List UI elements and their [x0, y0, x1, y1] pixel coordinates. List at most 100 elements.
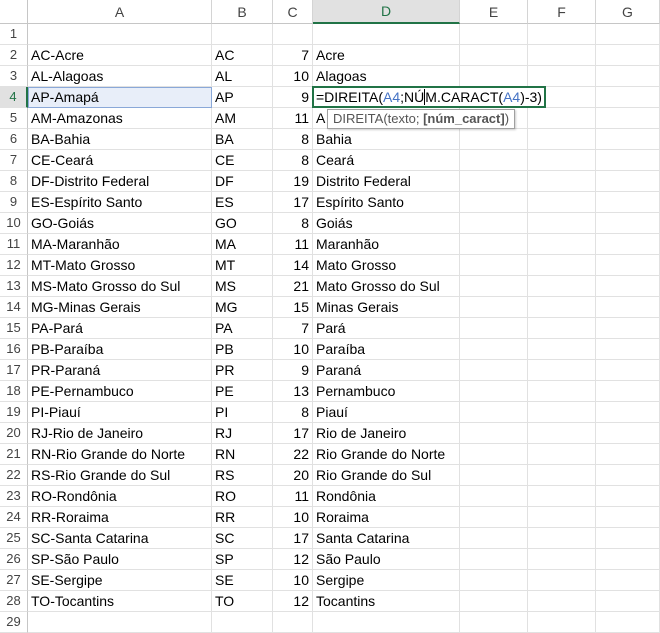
cell-d1[interactable]: [313, 24, 460, 45]
cell-f21[interactable]: [528, 444, 596, 465]
cell-f9[interactable]: [528, 192, 596, 213]
select-all-corner[interactable]: [0, 0, 28, 24]
cell-c23[interactable]: 11: [273, 486, 313, 507]
cell-g27[interactable]: [596, 570, 660, 591]
cell-c20[interactable]: 17: [273, 423, 313, 444]
cell-a22[interactable]: RS-Rio Grande do Sul: [28, 465, 212, 486]
cell-g3[interactable]: [596, 66, 660, 87]
cell-f13[interactable]: [528, 276, 596, 297]
cell-a7[interactable]: CE-Ceará: [28, 150, 212, 171]
cell-e16[interactable]: [460, 339, 528, 360]
row-header[interactable]: 23: [0, 486, 28, 507]
cell-e25[interactable]: [460, 528, 528, 549]
cell-a12[interactable]: MT-Mato Grosso: [28, 255, 212, 276]
cell-e3[interactable]: [460, 66, 528, 87]
cell-c5[interactable]: 11: [273, 108, 313, 129]
cell-b18[interactable]: PE: [212, 381, 273, 402]
cell-g11[interactable]: [596, 234, 660, 255]
cell-f10[interactable]: [528, 213, 596, 234]
cell-c14[interactable]: 15: [273, 297, 313, 318]
cell-a5[interactable]: AM-Amazonas: [28, 108, 212, 129]
row-header[interactable]: 17: [0, 360, 28, 381]
cell-f27[interactable]: [528, 570, 596, 591]
cell-e20[interactable]: [460, 423, 528, 444]
cell-b7[interactable]: CE: [212, 150, 273, 171]
cell-d27[interactable]: Sergipe: [313, 570, 460, 591]
cell-b11[interactable]: MA: [212, 234, 273, 255]
cell-D4-formula-editor[interactable]: =DIREITA(A4;NÚM.CARACT(A4)-3): [312, 86, 546, 108]
cell-a25[interactable]: SC-Santa Catarina: [28, 528, 212, 549]
cell-f22[interactable]: [528, 465, 596, 486]
cell-f16[interactable]: [528, 339, 596, 360]
row-header[interactable]: 13: [0, 276, 28, 297]
cell-c4[interactable]: 9: [273, 87, 313, 108]
cell-d11[interactable]: Maranhão: [313, 234, 460, 255]
cell-g25[interactable]: [596, 528, 660, 549]
cell-c15[interactable]: 7: [273, 318, 313, 339]
cell-g18[interactable]: [596, 381, 660, 402]
cell-e27[interactable]: [460, 570, 528, 591]
cell-g5[interactable]: [596, 108, 660, 129]
function-tooltip[interactable]: DIREITA(texto; [núm_caract]): [327, 109, 516, 129]
cell-g9[interactable]: [596, 192, 660, 213]
cell-f25[interactable]: [528, 528, 596, 549]
cell-e24[interactable]: [460, 507, 528, 528]
cell-a27[interactable]: SE-Sergipe: [28, 570, 212, 591]
cell-a16[interactable]: PB-Paraíba: [28, 339, 212, 360]
cell-c13[interactable]: 21: [273, 276, 313, 297]
cell-f1[interactable]: [528, 24, 596, 45]
cell-b21[interactable]: RN: [212, 444, 273, 465]
cell-b6[interactable]: BA: [212, 129, 273, 150]
cell-g26[interactable]: [596, 549, 660, 570]
cell-f7[interactable]: [528, 150, 596, 171]
cell-a15[interactable]: PA-Pará: [28, 318, 212, 339]
cell-d3[interactable]: Alagoas: [313, 66, 460, 87]
cell-e8[interactable]: [460, 171, 528, 192]
cell-f23[interactable]: [528, 486, 596, 507]
row-header[interactable]: 4: [0, 87, 28, 108]
cell-f15[interactable]: [528, 318, 596, 339]
cell-g6[interactable]: [596, 129, 660, 150]
cell-f19[interactable]: [528, 402, 596, 423]
cell-a10[interactable]: GO-Goiás: [28, 213, 212, 234]
row-header[interactable]: 15: [0, 318, 28, 339]
cell-a20[interactable]: RJ-Rio de Janeiro: [28, 423, 212, 444]
cell-g14[interactable]: [596, 297, 660, 318]
cell-c17[interactable]: 9: [273, 360, 313, 381]
cell-f26[interactable]: [528, 549, 596, 570]
cell-e2[interactable]: [460, 45, 528, 66]
row-header[interactable]: 28: [0, 591, 28, 612]
cell-b12[interactable]: MT: [212, 255, 273, 276]
cell-d7[interactable]: Ceará: [313, 150, 460, 171]
row-header[interactable]: 19: [0, 402, 28, 423]
cell-c3[interactable]: 10: [273, 66, 313, 87]
cell-d19[interactable]: Piauí: [313, 402, 460, 423]
cell-b4[interactable]: AP: [212, 87, 273, 108]
cell-g4[interactable]: [596, 87, 660, 108]
cell-d14[interactable]: Minas Gerais: [313, 297, 460, 318]
cell-b17[interactable]: PR: [212, 360, 273, 381]
cell-d2[interactable]: Acre: [313, 45, 460, 66]
cell-c26[interactable]: 12: [273, 549, 313, 570]
cell-b15[interactable]: PA: [212, 318, 273, 339]
cell-e22[interactable]: [460, 465, 528, 486]
cell-a23[interactable]: RO-Rondônia: [28, 486, 212, 507]
cell-e28[interactable]: [460, 591, 528, 612]
cell-f5[interactable]: [528, 108, 596, 129]
cell-e11[interactable]: [460, 234, 528, 255]
cell-g12[interactable]: [596, 255, 660, 276]
cell-b26[interactable]: SP: [212, 549, 273, 570]
cell-e14[interactable]: [460, 297, 528, 318]
cell-c7[interactable]: 8: [273, 150, 313, 171]
cell-b5[interactable]: AM: [212, 108, 273, 129]
cell-c25[interactable]: 17: [273, 528, 313, 549]
cell-d17[interactable]: Paraná: [313, 360, 460, 381]
cell-d20[interactable]: Rio de Janeiro: [313, 423, 460, 444]
cell-c1[interactable]: [273, 24, 313, 45]
cell-c11[interactable]: 11: [273, 234, 313, 255]
row-header[interactable]: 26: [0, 549, 28, 570]
cell-g28[interactable]: [596, 591, 660, 612]
cell-a8[interactable]: DF-Distrito Federal: [28, 171, 212, 192]
cell-g8[interactable]: [596, 171, 660, 192]
column-header-b[interactable]: B: [212, 0, 273, 24]
